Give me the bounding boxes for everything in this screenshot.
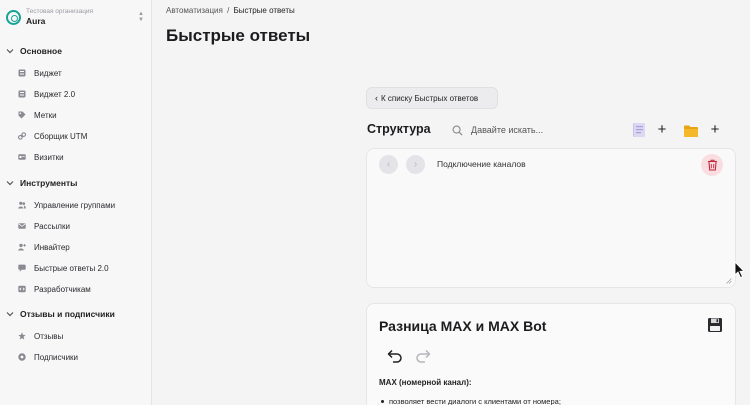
search-input[interactable] bbox=[471, 125, 601, 135]
section-main[interactable]: Основное bbox=[6, 45, 62, 57]
sidebar-item-reviews[interactable]: Отзывы bbox=[18, 330, 63, 342]
sidebar-item-label: Разработчикам bbox=[34, 284, 91, 294]
document-icon[interactable] bbox=[631, 122, 647, 138]
trash-icon bbox=[707, 159, 717, 171]
chat-icon bbox=[18, 264, 26, 272]
sidebar-item-mailings[interactable]: Рассылки bbox=[18, 220, 70, 232]
sidebar-item-business-cards[interactable]: Визитки bbox=[18, 151, 64, 163]
sidebar-item-groups[interactable]: Управление группами bbox=[18, 199, 115, 211]
save-icon[interactable] bbox=[707, 317, 723, 333]
user-plus-icon bbox=[18, 243, 26, 251]
delete-button[interactable] bbox=[701, 154, 723, 176]
org-logo-icon bbox=[6, 9, 21, 25]
structure-tree-panel: ‹ › Подключение каналов bbox=[366, 148, 736, 288]
structure-search[interactable] bbox=[452, 122, 612, 138]
section-label: Отзывы и подписчики bbox=[20, 309, 115, 319]
sidebar: Тестовая организация Aura ▲ ▼ Основное Ви… bbox=[0, 0, 152, 405]
nav-forward-button[interactable]: › bbox=[406, 155, 425, 174]
add-folder-button[interactable]: + bbox=[708, 122, 722, 138]
sidebar-item-quick-replies[interactable]: Быстрые ответы 2.0 bbox=[18, 262, 109, 274]
search-icon bbox=[452, 125, 463, 136]
resize-handle-icon[interactable] bbox=[726, 278, 732, 284]
content-heading[interactable]: MAX (номерной канал): bbox=[379, 378, 472, 387]
eye-icon bbox=[18, 353, 26, 361]
back-to-list-button[interactable]: ‹ К списку Быстрых ответов bbox=[366, 87, 498, 109]
sidebar-item-label: Подписчики bbox=[34, 352, 79, 362]
tag-icon bbox=[18, 111, 26, 119]
chevron-down-icon bbox=[6, 49, 14, 54]
sidebar-item-subscribers[interactable]: Подписчики bbox=[18, 351, 78, 363]
chevron-down-icon bbox=[6, 181, 14, 186]
sidebar-item-tags[interactable]: Метки bbox=[18, 109, 57, 121]
mouse-cursor-icon bbox=[734, 261, 746, 279]
sidebar-item-label: Управление группами bbox=[34, 200, 116, 210]
code-icon bbox=[18, 285, 26, 293]
sidebar-item-label: Отзывы bbox=[34, 331, 64, 341]
section-label: Основное bbox=[20, 46, 62, 56]
breadcrumb-parent[interactable]: Автоматизация bbox=[166, 6, 223, 15]
org-subtitle: Тестовая организация bbox=[26, 7, 94, 15]
sidebar-item-utm[interactable]: Сборщик UTM bbox=[18, 130, 87, 142]
content-bullet-text: позволяет вести диалоги с клиентами от н… bbox=[389, 397, 561, 405]
breadcrumb-current: Быстрые ответы bbox=[233, 6, 295, 15]
back-button-label: К списку Быстрых ответов bbox=[381, 93, 479, 103]
users-icon bbox=[18, 201, 26, 209]
section-label: Инструменты bbox=[20, 178, 78, 188]
link-icon bbox=[18, 132, 26, 140]
card-icon bbox=[18, 154, 26, 160]
org-name: Aura bbox=[26, 16, 46, 26]
sidebar-item-label: Виджет bbox=[34, 68, 62, 78]
sidebar-item-label: Виджет 2.0 bbox=[34, 89, 76, 99]
chevron-down-icon bbox=[6, 312, 14, 317]
chevron-up-down-icon: ▲ ▼ bbox=[138, 11, 144, 23]
mail-icon bbox=[18, 223, 26, 229]
widget-icon bbox=[18, 69, 26, 77]
undo-icon[interactable] bbox=[387, 349, 403, 363]
sidebar-item-label: Инвайтер bbox=[34, 242, 70, 252]
chevron-left-icon: ‹ bbox=[386, 159, 391, 170]
star-icon bbox=[18, 332, 26, 340]
chevron-left-icon: ‹ bbox=[375, 93, 378, 103]
sidebar-item-widget-2[interactable]: Виджет 2.0 bbox=[18, 88, 75, 100]
sidebar-item-label: Сборщик UTM bbox=[34, 131, 88, 141]
sidebar-item-label: Рассылки bbox=[34, 221, 70, 231]
nav-back-button[interactable]: ‹ bbox=[379, 155, 398, 174]
answer-title[interactable]: Разница MAX и MAX Bot bbox=[379, 318, 546, 334]
sidebar-item-developers[interactable]: Разработчикам bbox=[18, 283, 91, 295]
sidebar-item-label: Метки bbox=[34, 110, 57, 120]
add-document-button[interactable]: + bbox=[655, 122, 669, 138]
section-tools[interactable]: Инструменты bbox=[6, 177, 77, 189]
page-title: Быстрые ответы bbox=[166, 26, 311, 45]
breadcrumb-separator: / bbox=[227, 6, 230, 15]
breadcrumb: Автоматизация / Быстрые ответы bbox=[166, 6, 295, 15]
redo-icon[interactable] bbox=[415, 349, 431, 363]
section-reviews[interactable]: Отзывы и подписчики bbox=[6, 308, 115, 320]
sidebar-item-label: Визитки bbox=[34, 152, 64, 162]
chevron-right-icon: › bbox=[413, 159, 418, 170]
structure-heading: Структура bbox=[367, 122, 431, 136]
org-switcher[interactable]: Тестовая организация Aura ▲ ▼ bbox=[6, 6, 146, 28]
sidebar-item-inviter[interactable]: Инвайтер bbox=[18, 241, 70, 253]
current-folder-label[interactable]: Подключение каналов bbox=[437, 159, 526, 169]
answer-editor-panel: Разница MAX и MAX Bot MAX (номерной кана… bbox=[366, 303, 736, 405]
widget-icon bbox=[18, 90, 26, 98]
content-bullet[interactable]: позволяет вести диалоги с клиентами от н… bbox=[381, 397, 561, 405]
sidebar-item-widget[interactable]: Виджет bbox=[18, 67, 62, 79]
folder-icon[interactable] bbox=[683, 123, 699, 139]
sidebar-item-label: Быстрые ответы 2.0 bbox=[34, 263, 109, 273]
